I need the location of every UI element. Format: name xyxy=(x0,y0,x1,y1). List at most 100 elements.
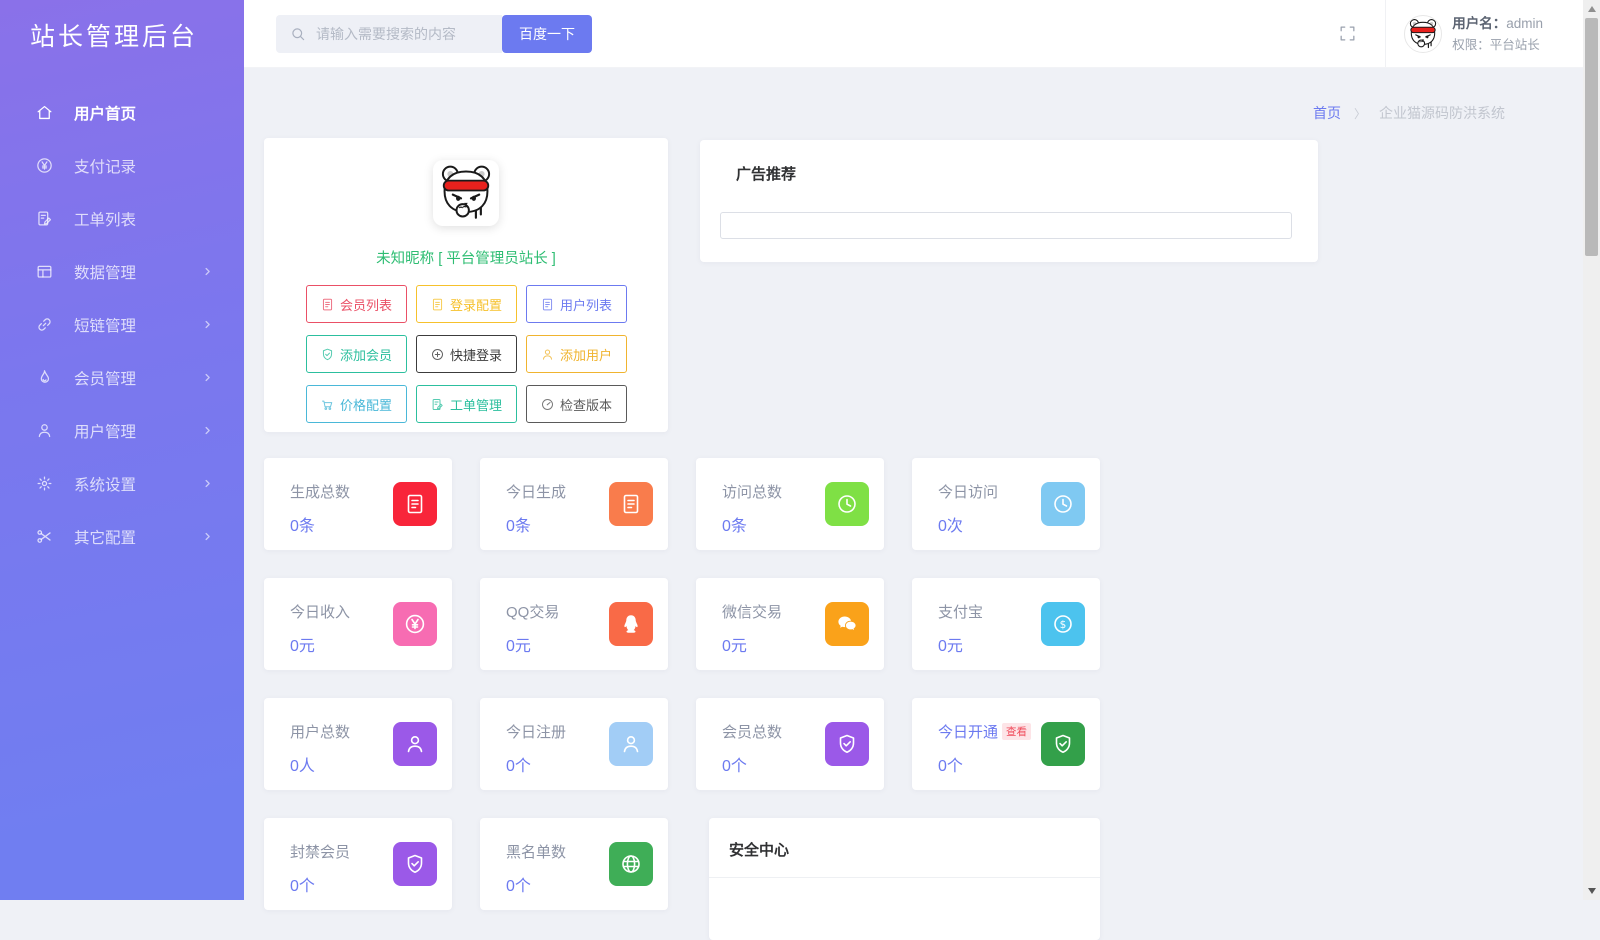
stat-title: 访问总数 xyxy=(722,484,783,501)
stat-title: 今日生成 xyxy=(506,484,567,501)
page-scrollbar[interactable] xyxy=(1583,0,1600,900)
topbar: 百度一下 用户名：admin 权限：平台站长 xyxy=(244,0,1583,68)
gear-icon xyxy=(35,474,54,493)
user-icon xyxy=(609,722,653,766)
user-menu[interactable]: 用户名：admin 权限：平台站长 xyxy=(1385,0,1583,67)
stat-card: 今日注册 0个 xyxy=(480,698,668,790)
app-logo: 站长管理后台 xyxy=(30,23,199,51)
stat-card: 黑名单数 0个 xyxy=(480,818,668,910)
user-icon xyxy=(540,347,555,362)
stat-view-badge[interactable]: 查看 xyxy=(1002,723,1032,740)
yen-circle-icon xyxy=(35,156,54,175)
stat-title: 用户总数 xyxy=(290,724,351,741)
security-card: 安全中心 xyxy=(709,818,1100,940)
profile-action-label: 添加用户 xyxy=(559,347,612,363)
topbar-right: 用户名：admin 权限：平台站长 xyxy=(1338,0,1583,67)
profile-action-label: 登录配置 xyxy=(449,297,502,313)
search-icon xyxy=(289,25,307,43)
profile-action-label: 会员列表 xyxy=(339,297,392,313)
yen-circle-icon xyxy=(393,602,437,646)
stat-title: 生成总数 xyxy=(290,484,351,501)
sidebar-item[interactable]: 系统设置 xyxy=(0,457,244,510)
sidebar-item[interactable]: 其它配置 xyxy=(0,510,244,563)
scissors-icon xyxy=(35,527,54,546)
shield-check-icon xyxy=(393,842,437,886)
sidebar-item-label: 其它配置 xyxy=(74,529,137,547)
doc-pen-icon xyxy=(35,209,54,228)
search-field xyxy=(276,14,502,53)
chevron-right-icon xyxy=(201,265,214,278)
chevron-right-icon xyxy=(201,477,214,490)
fullscreen-icon[interactable] xyxy=(1338,24,1357,43)
sidebar-item-label: 短链管理 xyxy=(74,317,137,335)
user-role-row: 权限：平台站长 xyxy=(1452,38,1540,53)
sidebar-item[interactable]: 工单列表 xyxy=(0,192,244,245)
file-text-icon xyxy=(540,297,555,312)
stat-card: 用户总数 0人 xyxy=(264,698,452,790)
sidebar-item-label: 用户首页 xyxy=(74,105,137,123)
table-icon xyxy=(35,262,54,281)
profile-action-button[interactable]: 登录配置 xyxy=(415,285,517,323)
sidebar-item[interactable]: 会员管理 xyxy=(0,351,244,404)
profile-action-button[interactable]: 快捷登录 xyxy=(415,335,517,373)
ad-input[interactable] xyxy=(720,212,1292,239)
stat-card: 支付宝 0元 $ xyxy=(912,578,1100,670)
home-icon xyxy=(35,103,54,122)
scroll-down-arrow[interactable] xyxy=(1583,883,1600,899)
chevron-right-icon xyxy=(201,530,214,543)
baidu-search-button[interactable]: 百度一下 xyxy=(502,14,592,53)
breadcrumb-home-link[interactable]: 首页 xyxy=(1313,103,1341,123)
breadcrumb-current: 企业猫源码防洪系统 xyxy=(1379,105,1505,121)
profile-actions: 会员列表 登录配置 用户列表 添加会员 快捷登录 添加用户 价格配置 工单管理 … xyxy=(264,285,668,423)
sidebar-item[interactable]: 数据管理 xyxy=(0,245,244,298)
doc-pen-icon xyxy=(430,397,445,412)
chevron-right-icon xyxy=(201,371,214,384)
file-text-icon xyxy=(320,297,335,312)
sidebar-item-label: 会员管理 xyxy=(74,370,137,388)
stat-title: 封禁会员 xyxy=(290,844,351,861)
profile-action-button[interactable]: 添加会员 xyxy=(305,335,407,373)
profile-action-button[interactable]: 检查版本 xyxy=(525,385,627,423)
stat-card: 生成总数 0条 xyxy=(264,458,452,550)
file-text-icon xyxy=(393,482,437,526)
chevron-right-icon xyxy=(201,318,214,331)
sidebar-item[interactable]: 支付记录 xyxy=(0,139,244,192)
search-input[interactable] xyxy=(316,25,492,42)
link-icon xyxy=(35,315,54,334)
sidebar-item-label: 支付记录 xyxy=(74,158,137,176)
profile-action-label: 快捷登录 xyxy=(449,347,502,363)
clock-icon xyxy=(1041,482,1085,526)
shield-check-icon xyxy=(825,722,869,766)
file-text-icon xyxy=(430,297,445,312)
stat-card: 今日开通 查看 0个 xyxy=(912,698,1100,790)
scrollbar-thumb[interactable] xyxy=(1585,18,1598,256)
profile-avatar xyxy=(433,160,499,226)
stat-card: 访问总数 0条 xyxy=(696,458,884,550)
breadcrumb-separator: 〉 xyxy=(1353,106,1366,121)
sidebar-item[interactable]: 用户首页 xyxy=(0,86,244,139)
profile-action-button[interactable]: 工单管理 xyxy=(415,385,517,423)
profile-nickname: 未知昵称 [ 平台管理员站长 ] xyxy=(376,251,556,267)
wechat-icon xyxy=(825,602,869,646)
sidebar-item[interactable]: 短链管理 xyxy=(0,298,244,351)
profile-action-button[interactable]: 添加用户 xyxy=(525,335,627,373)
user-name-row: 用户名：admin xyxy=(1452,16,1543,32)
stat-card: 今日生成 0条 xyxy=(480,458,668,550)
profile-action-label: 添加会员 xyxy=(339,347,392,363)
globe-icon xyxy=(609,842,653,886)
sidebar-item[interactable]: 用户管理 xyxy=(0,404,244,457)
search-box: 百度一下 xyxy=(276,14,592,53)
sidebar-item-label: 数据管理 xyxy=(74,264,137,282)
sidebar-item-label: 系统设置 xyxy=(74,476,137,494)
shield-check-icon xyxy=(1041,722,1085,766)
breadcrumb: 首页 〉 企业猫源码防洪系统 xyxy=(1313,103,1505,123)
sidebar-item-label: 用户管理 xyxy=(74,423,137,441)
stat-title: 今日开通 xyxy=(938,724,999,741)
profile-action-label: 检查版本 xyxy=(559,397,612,413)
profile-action-button[interactable]: 会员列表 xyxy=(305,285,407,323)
user-name: admin xyxy=(1506,16,1543,32)
user-avatar xyxy=(1404,14,1443,53)
scroll-up-arrow[interactable] xyxy=(1583,1,1600,17)
profile-action-button[interactable]: 价格配置 xyxy=(305,385,407,423)
profile-action-button[interactable]: 用户列表 xyxy=(525,285,627,323)
